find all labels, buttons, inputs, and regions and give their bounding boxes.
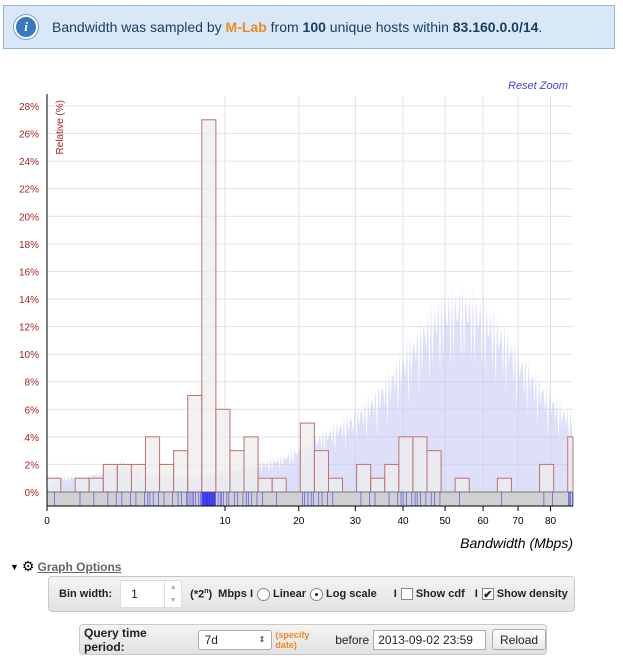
triangle-down-icon: ▼ [10, 561, 19, 572]
y-tick-label: 10% [19, 350, 39, 361]
host-count: 100 [302, 19, 326, 35]
histogram-bar [384, 463, 400, 493]
histogram-bar [159, 463, 175, 493]
query-panel: Query time period: 7d ⇕ (specify date) be… [79, 624, 547, 655]
y-tick-label: 4% [25, 433, 40, 444]
histogram-chart[interactable]: 0% 2% 4% 6% 8% 10% 12% 14% 16% 18% 20% 22% 24% 26% 28%… [0, 60, 623, 555]
histogram-bar [144, 436, 161, 493]
source-name: M-Lab [225, 19, 267, 35]
histogram-bar [370, 477, 386, 493]
separator: I [474, 588, 478, 600]
x-tick-label: 40 [397, 516, 409, 527]
histogram-bar [398, 436, 414, 493]
histogram-bar [496, 477, 512, 493]
x-tick-label: 80 [545, 516, 557, 527]
power-label: (*2n) [190, 587, 213, 601]
x-tick-label: 20 [293, 516, 305, 527]
histogram-bar [201, 119, 217, 493]
rug-strip [46, 491, 574, 507]
specify-date-link[interactable]: (specify date) [275, 630, 332, 650]
histogram-bar [74, 477, 90, 493]
histogram-bar [539, 463, 555, 493]
y-tick-label: 6% [25, 405, 40, 416]
histogram-bar [130, 463, 146, 493]
period-select[interactable]: 7d ⇕ [197, 629, 273, 650]
y-tick-label: 20% [19, 212, 39, 223]
x-tick-label: 30 [350, 516, 362, 527]
date-input[interactable]: 2013-09-02 23:59 [373, 629, 487, 650]
bin-width-stepper[interactable]: 1 ▲ ▼ [120, 580, 183, 608]
y-tick-label: 22% [19, 185, 39, 196]
y-axis-label: Relative (%) [55, 100, 66, 154]
histogram-bar [327, 477, 344, 493]
y-tick-label: 2% [25, 460, 40, 471]
y-tick-label: 16% [19, 267, 39, 278]
histogram-bar [454, 477, 470, 493]
y-tick-label: 8% [25, 378, 40, 389]
info-icon: i [14, 15, 38, 39]
histogram-bar [88, 477, 104, 493]
select-arrows-icon: ⇕ [258, 635, 266, 644]
x-tick-label: 10 [219, 516, 231, 527]
show-cdf-label[interactable]: Show cdf [416, 588, 465, 600]
unit-label: Mbps I [218, 588, 254, 600]
bin-width-label: Bin width: [59, 588, 113, 600]
histogram-bar [243, 436, 259, 493]
histogram-bar [187, 395, 203, 493]
histogram-bar [116, 463, 132, 493]
x-tick-label: 60 [478, 516, 490, 527]
x-tick-label: 50 [440, 516, 452, 527]
histogram-bar [229, 450, 245, 493]
y-tick-label: 28% [19, 102, 39, 113]
reload-button[interactable]: Reload [492, 629, 546, 650]
x-axis-label: Bandwidth (Mbps) [460, 535, 573, 551]
histogram-bar [313, 450, 329, 493]
histogram-bar [356, 463, 372, 493]
x-tick-label: 70 [512, 516, 524, 527]
bin-width-value[interactable]: 1 [131, 587, 138, 601]
y-tick-label: 0% [25, 488, 40, 499]
histogram-bar [173, 450, 189, 493]
query-period-label: Query time period: [84, 625, 147, 654]
histogram-bar [271, 477, 287, 493]
histogram-bar [412, 436, 428, 493]
network: 83.160.0.0/14 [452, 19, 539, 35]
stepper-up-icon[interactable]: ▲ [170, 584, 177, 591]
y-tick-label: 18% [19, 240, 39, 251]
separator: I [393, 588, 397, 600]
log-scale-label[interactable]: Log scale [326, 588, 377, 600]
y-tick-label: 26% [19, 130, 39, 141]
histogram-bar [567, 436, 574, 493]
linear-label[interactable]: Linear [273, 588, 306, 600]
gear-icon: ⚙ [21, 558, 35, 574]
y-tick-label: 24% [19, 157, 39, 168]
y-tick-label: 14% [19, 295, 39, 306]
histogram-bar [102, 463, 118, 493]
info-banner: i Bandwidth was sampled by M-Lab from 10… [3, 5, 615, 49]
banner-text: Bandwidth was sampled by M-Lab from 100 … [52, 19, 543, 35]
histogram-bar [257, 477, 273, 493]
graph-options-toggle[interactable]: ▼ ⚙ Graph Options [10, 558, 121, 575]
show-density-checkbox[interactable]: ✔ [481, 588, 494, 601]
histogram-bar [299, 422, 315, 493]
log-scale-radio[interactable] [310, 587, 324, 601]
histogram-bar [215, 408, 231, 493]
x-tick-label: 0 [44, 516, 50, 527]
y-tick-label: 12% [19, 323, 39, 334]
show-density-label[interactable]: Show density [497, 588, 568, 600]
histogram-bar [426, 450, 442, 493]
graph-options-panel: Bin width: 1 ▲ ▼ (*2n) Mbps I Linear Log s… [48, 576, 575, 612]
show-cdf-checkbox[interactable] [400, 588, 413, 600]
graph-options-link[interactable]: Graph Options [37, 560, 121, 574]
linear-radio[interactable] [257, 587, 271, 601]
before-label: before [335, 632, 370, 647]
stepper-down-icon[interactable]: ▼ [170, 597, 177, 604]
histogram-bar [46, 477, 62, 493]
